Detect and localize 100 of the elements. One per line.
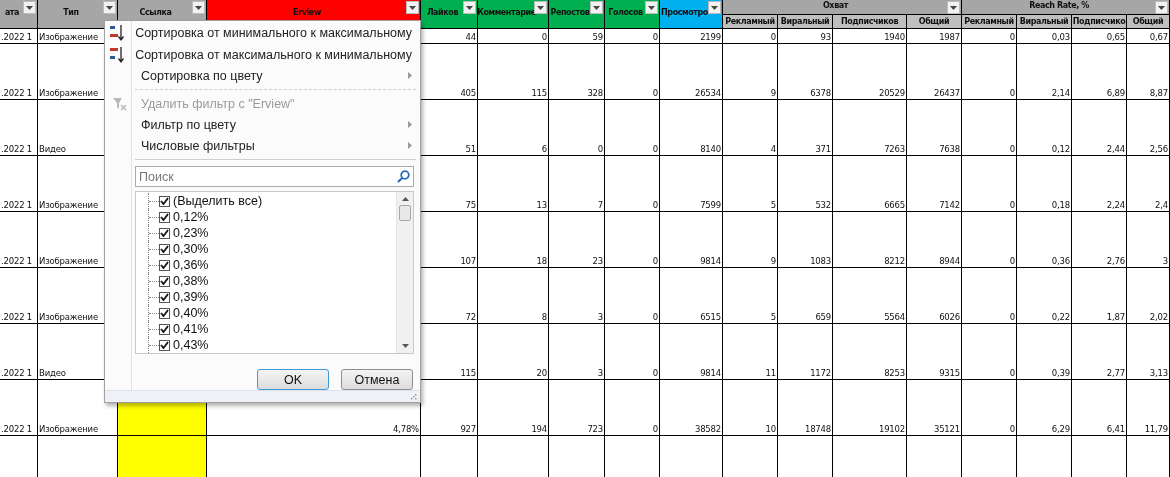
checkbox[interactable] (159, 292, 170, 303)
table-cell: 0,03 (1017, 29, 1072, 44)
table-cell: 723 (549, 380, 605, 436)
table-cell: 6,89 (1072, 44, 1127, 100)
table-cell: 0,18 (1017, 156, 1072, 212)
sort-descending-icon (109, 45, 126, 64)
value-label[interactable]: 0,30% (173, 242, 209, 257)
table-cell: 0 (605, 44, 660, 100)
table-cell: 7 (549, 156, 605, 212)
filter-button[interactable] (1155, 1, 1168, 14)
checkbox[interactable] (159, 212, 170, 223)
value-label[interactable]: 0,43% (173, 338, 209, 353)
table-cell: 927 (421, 380, 478, 436)
checkbox[interactable] (159, 260, 170, 271)
value-label[interactable]: 0,41% (173, 322, 209, 337)
checkbox[interactable] (159, 196, 170, 207)
table-cell: 7638 (907, 100, 962, 156)
table-cell: 4 (723, 100, 778, 156)
table-cell: 26534 (660, 44, 723, 100)
table-cell: 2,77 (1072, 324, 1127, 380)
column-title: Рекламный (725, 17, 775, 26)
table-cell: 1083 (778, 212, 833, 268)
filter-button[interactable] (192, 1, 205, 14)
table-cell: 2,76 (1072, 212, 1127, 268)
table-cell: 0 (549, 100, 605, 156)
column-title: Общий (918, 17, 950, 26)
checkbox[interactable] (159, 324, 170, 335)
table-cell: 2199 (660, 29, 723, 44)
scrollbar[interactable] (396, 192, 413, 354)
table-cell: 115 (421, 324, 478, 380)
table-cell: 44 (421, 29, 478, 44)
table-cell: 0 (605, 212, 660, 268)
table-cell: 18748 (778, 380, 833, 436)
checkbox[interactable] (159, 244, 170, 255)
table-cell: .2022 1 (0, 324, 38, 380)
value-label[interactable]: 0,39% (173, 290, 209, 305)
table-cell: 75 (421, 156, 478, 212)
table-cell: 0 (605, 100, 660, 156)
filter-button[interactable] (645, 1, 658, 14)
caret-icon (409, 5, 416, 10)
funnel-clear-icon (112, 96, 128, 111)
table-cell: 51 (421, 100, 478, 156)
caret-icon (195, 5, 202, 10)
value-label[interactable]: (Выделить все) (173, 194, 263, 209)
resize-grip-icon[interactable] (410, 393, 417, 401)
table-cell: 72 (421, 268, 478, 324)
table-cell: .2022 1 (0, 268, 38, 324)
table-cell: 1,87 (1072, 268, 1127, 324)
table-cell: 0 (962, 44, 1017, 100)
table-cell: 0 (605, 324, 660, 380)
filter-button[interactable] (590, 1, 603, 14)
table-cell: 8140 (660, 100, 723, 156)
table-cell: 38582 (660, 380, 723, 436)
filter-button[interactable] (708, 1, 721, 14)
column-title: Тип (63, 7, 79, 17)
value-label[interactable]: 0,12% (173, 210, 209, 225)
value-label[interactable]: 0,23% (173, 226, 209, 241)
table-cell: 0 (962, 324, 1017, 380)
filter-button[interactable] (534, 1, 547, 14)
table-cell: 9315 (907, 324, 962, 380)
ok-button[interactable]: OK (257, 369, 329, 391)
filter-button[interactable] (947, 1, 960, 14)
table-cell: 0,67 (1127, 29, 1170, 44)
search-icon (397, 170, 410, 184)
column-title: Комментарие (477, 7, 536, 17)
table-cell: 18 (478, 212, 549, 268)
table-cell: 0 (962, 29, 1017, 44)
caret-icon (106, 5, 113, 10)
checkbox[interactable] (159, 276, 170, 287)
table-cell: 3 (549, 268, 605, 324)
caret-icon (593, 5, 600, 10)
checkbox[interactable] (159, 340, 170, 351)
table-cell: 11 (723, 324, 778, 380)
search-field[interactable]: Поиск (135, 166, 414, 188)
table-cell: 0 (962, 100, 1017, 156)
table-cell: 371 (778, 100, 833, 156)
filter-button[interactable] (23, 1, 36, 14)
checkbox[interactable] (159, 228, 170, 239)
checkbox[interactable] (159, 308, 170, 319)
table-cell: 0 (605, 29, 660, 44)
filter-button[interactable] (103, 1, 116, 14)
value-label[interactable]: 0,40% (173, 306, 209, 321)
filter-button[interactable] (463, 1, 476, 14)
value-label[interactable]: 0,36% (173, 258, 209, 273)
filter-button[interactable] (406, 1, 419, 14)
cancel-button[interactable]: Отмена (341, 369, 413, 391)
table-cell: 0 (962, 156, 1017, 212)
caret-icon (1158, 5, 1165, 10)
column-title: Подписчиков (840, 17, 899, 26)
table-cell: 1940 (833, 29, 907, 44)
table-cell: 3 (1127, 212, 1170, 268)
table-cell: 2,44 (1072, 100, 1127, 156)
table-cell: 0,22 (1017, 268, 1072, 324)
table-cell: 2,02 (1127, 268, 1170, 324)
value-label[interactable]: 0,38% (173, 274, 209, 289)
table-cell: 93 (778, 29, 833, 44)
column-title: Охват (822, 0, 849, 10)
scroll-thumb[interactable] (399, 205, 411, 222)
caret-icon (648, 5, 655, 10)
table-cell: 0 (605, 268, 660, 324)
